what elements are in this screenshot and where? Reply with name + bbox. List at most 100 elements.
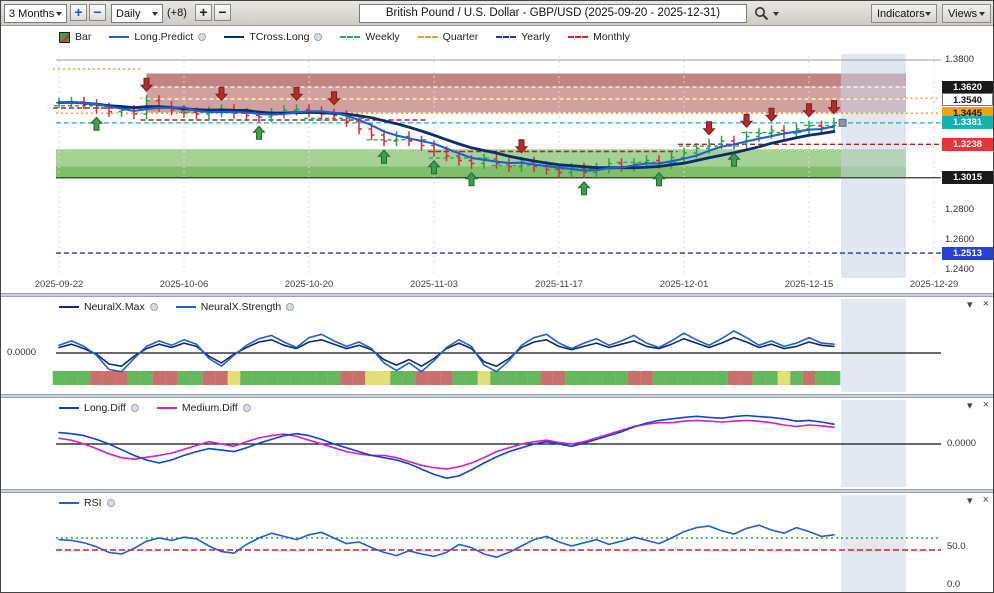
panel-resize-handle[interactable] — [1, 293, 994, 297]
chevron-down-icon — [979, 12, 985, 16]
legend-item-yearly[interactable]: Yearly — [496, 31, 550, 43]
x-axis-label: 2025-12-15 — [769, 279, 849, 290]
panel-close-icon[interactable]: × — [983, 399, 989, 412]
legend-label: Weekly — [365, 31, 399, 43]
price-chart-panel: Bar Long.Predict TCross.Long Weekly Quarter Y… — [1, 26, 994, 293]
legend-item-bar[interactable]: Bar — [59, 31, 91, 43]
info-icon[interactable] — [198, 33, 206, 41]
rsi-legend: RSI — [59, 497, 115, 509]
legend-item-weekly[interactable]: Weekly — [340, 31, 399, 43]
panel-controls: ▾ × — [967, 399, 989, 412]
panel-resize-handle[interactable] — [1, 394, 994, 398]
x-axis-label: 2025-12-29 — [894, 279, 974, 290]
info-icon[interactable] — [107, 499, 115, 507]
info-icon[interactable] — [150, 303, 158, 311]
legend-label: Monthly — [593, 31, 630, 43]
panel-resize-handle[interactable] — [1, 489, 994, 493]
line-swatch — [496, 36, 516, 38]
chevron-down-icon — [773, 12, 779, 16]
legend-item-long-diff[interactable]: Long.Diff — [59, 402, 139, 414]
legend-label: NeuralX.Max — [84, 301, 145, 313]
legend-item-monthly[interactable]: Monthly — [568, 31, 630, 43]
views-label: Views — [948, 8, 977, 20]
x-axis-label: 2025-10-20 — [269, 279, 349, 290]
search-icon — [754, 6, 769, 21]
legend-label: Quarter — [443, 31, 479, 43]
x-axis-label: 2025-11-03 — [394, 279, 474, 290]
price-tag: 1.3015 — [942, 171, 993, 184]
panel-close-icon[interactable]: × — [983, 494, 989, 507]
interval-select[interactable]: Daily — [111, 4, 163, 23]
panel-close-icon[interactable]: × — [983, 298, 989, 311]
legend-label: Long.Predict — [134, 31, 193, 43]
y-axis-label: 1.2600 — [945, 234, 974, 245]
add-bars-button[interactable]: + — [195, 4, 212, 21]
panel-collapse-icon[interactable]: ▾ — [967, 298, 973, 311]
legend-item-long-predict[interactable]: Long.Predict — [109, 31, 206, 43]
info-icon[interactable] — [286, 303, 294, 311]
chart-title: British Pound / U.S. Dollar - GBP/USD (2… — [359, 4, 747, 23]
bars-offset-label: (+8) — [167, 4, 187, 23]
diff-zero-label: 0.0000 — [947, 438, 976, 449]
price-chart[interactable] — [1, 26, 994, 293]
indicators-label: Indicators — [877, 8, 925, 20]
diff-legend: Long.Diff Medium.Diff — [59, 402, 251, 414]
legend-label: Bar — [75, 31, 91, 43]
legend-item-quarter[interactable]: Quarter — [418, 31, 479, 43]
price-tag: 1.3540 — [942, 93, 993, 106]
line-swatch — [176, 306, 196, 308]
line-swatch — [340, 36, 360, 38]
info-icon[interactable] — [314, 33, 322, 41]
line-swatch — [59, 407, 79, 409]
timeframe-select[interactable]: 3 Months — [4, 4, 67, 23]
legend-label: TCross.Long — [249, 31, 309, 43]
legend-label: NeuralX.Strength — [201, 301, 282, 313]
diff-panel: Long.Diff Medium.Diff 0.0000 ▾ × — [1, 398, 994, 489]
y-axis-label: 1.2400 — [945, 264, 974, 275]
legend-item-tcross-long[interactable]: TCross.Long — [224, 31, 322, 43]
legend-item-medium-diff[interactable]: Medium.Diff — [157, 402, 251, 414]
range-decrease-button[interactable]: − — [89, 4, 106, 21]
chevron-down-icon — [152, 12, 158, 16]
range-increase-button[interactable]: + — [70, 4, 87, 21]
price-tag: 1.3381 — [942, 116, 993, 129]
legend-item-rsi[interactable]: RSI — [59, 497, 115, 509]
info-icon[interactable] — [243, 404, 251, 412]
rsi-50-label: 50.0 — [947, 541, 966, 552]
price-tag: 1.2513 — [942, 247, 993, 260]
trading-app-window: 3 Months + − Daily (+8) + − British Poun… — [0, 0, 994, 593]
legend-label: RSI — [84, 497, 102, 509]
bar-icon — [59, 32, 70, 43]
neuralx-zero-label: 0.0000 — [7, 347, 36, 358]
line-swatch — [157, 407, 177, 409]
timeframe-value: 3 Months — [9, 8, 54, 20]
x-axis-label: 2025-11-17 — [519, 279, 599, 290]
x-axis-label: 2025-10-06 — [144, 279, 224, 290]
chevron-down-icon — [56, 12, 62, 16]
rsi-0-label: 0.0 — [947, 579, 960, 590]
symbol-search-control[interactable] — [754, 4, 786, 23]
x-axis-label: 2025-09-22 — [19, 279, 99, 290]
legend-label: Long.Diff — [84, 402, 126, 414]
toolbar: 3 Months + − Daily (+8) + − British Poun… — [1, 1, 993, 26]
legend-item-neuralx-max[interactable]: NeuralX.Max — [59, 301, 158, 313]
main-chart-legend: Bar Long.Predict TCross.Long Weekly Quarter Y… — [59, 31, 630, 43]
chevron-down-icon — [925, 12, 931, 16]
line-swatch — [224, 36, 244, 38]
panel-collapse-icon[interactable]: ▾ — [967, 399, 973, 412]
views-button[interactable]: Views — [942, 4, 991, 23]
y-axis-label: 1.3800 — [945, 54, 974, 65]
remove-bars-button[interactable]: − — [214, 4, 231, 21]
info-icon[interactable] — [131, 404, 139, 412]
indicators-button[interactable]: Indicators — [871, 4, 937, 23]
legend-label: Yearly — [521, 31, 550, 43]
panel-controls: ▾ × — [967, 494, 989, 507]
panel-collapse-icon[interactable]: ▾ — [967, 494, 973, 507]
x-axis-label: 2025-12-01 — [644, 279, 724, 290]
rsi-chart[interactable] — [1, 493, 994, 593]
y-axis-label: 1.2800 — [945, 204, 974, 215]
panel-controls: ▾ × — [967, 298, 989, 311]
line-swatch — [568, 36, 588, 38]
legend-label: Medium.Diff — [182, 402, 238, 414]
legend-item-neuralx-strength[interactable]: NeuralX.Strength — [176, 301, 295, 313]
